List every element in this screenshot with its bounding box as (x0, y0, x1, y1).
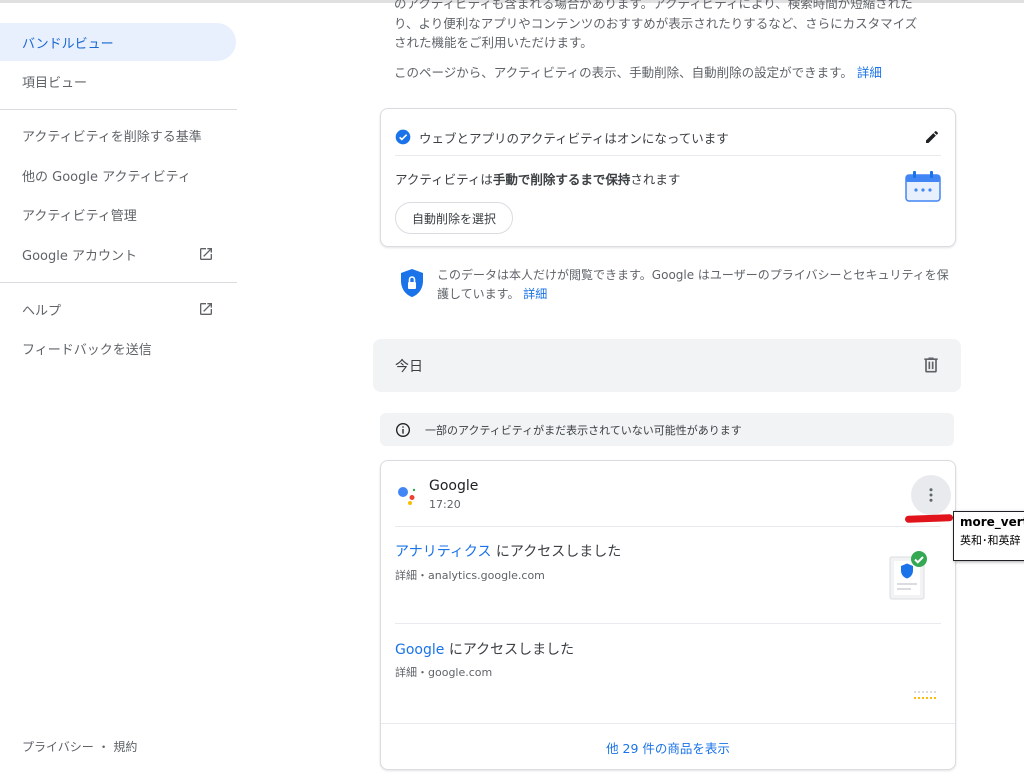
sidebar-item-label: アクティビティを削除する基準 (22, 129, 202, 145)
sidebar-item-label: Google アカウント (22, 248, 137, 264)
show-more-items-button[interactable]: 他 29 件の商品を表示 (381, 723, 955, 770)
more-vert-icon (929, 488, 933, 502)
activity-item-details[interactable]: 詳細・analytics.google.com (395, 567, 545, 583)
activity-item-details[interactable]: 詳細・google.com (395, 664, 492, 680)
sidebar-item-label: バンドルビュー (22, 36, 114, 52)
sidebar-item-label: フィードバックを送信 (22, 342, 152, 358)
calendar-icon (905, 171, 941, 202)
sidebar-item-help[interactable]: ヘルプ (0, 290, 236, 328)
dictionary-tooltip: more_vert 英和･和英辞 (953, 511, 1024, 561)
retention-text: アクティビティは手動で削除するまで保持されます (395, 169, 680, 188)
intro-line: り、より便利なアプリやコンテンツのおすすめが表示されたりするなど、さらにカスタマ… (394, 15, 918, 31)
intro-text: のアクティビティも含まれる場合があります。アクティビティにより、検索時間が短縮さ… (394, 0, 954, 53)
tooltip-subtitle: 英和･和英辞 (960, 534, 1021, 547)
privacy-text: このデータは本人だけが閲覧できます。Google はユーザーのプライバシーとセキ… (437, 266, 957, 304)
google-link[interactable]: Google (395, 642, 444, 658)
intro-settings-line: このページから、アクティビティの表示、手動削除、自動削除の設定ができます。 詳細 (394, 62, 882, 81)
activity-item-title: Google にアクセスしました (395, 639, 574, 659)
info-icon (396, 422, 410, 437)
activity-settings-card: ウェブとアプリのアクティビティはオンになっています アクティビティは手動で削除す… (380, 108, 956, 247)
item-divider (395, 526, 941, 527)
retention-bold: 手動で削除するまで保持 (492, 172, 631, 187)
open-in-new-icon (200, 303, 212, 315)
open-in-new-icon (200, 248, 212, 260)
shield-lock-icon (401, 269, 423, 297)
activity-status-text: ウェブとアプリのアクティビティはオンになっています (419, 130, 729, 146)
check-circle-icon (395, 129, 411, 145)
activity-item-text: にアクセスしました (491, 544, 622, 560)
sidebar-item-google-account[interactable]: Google アカウント (0, 235, 236, 273)
more-options-button[interactable] (911, 475, 951, 515)
google-assistant-icon (398, 487, 416, 505)
bundle-title: Google (429, 478, 479, 494)
sidebar-item-label: ヘルプ (22, 303, 62, 319)
activity-bundle-card: Google 17:20 アナリティクス にアクセスしました 詳細・analyt… (380, 460, 956, 770)
notice-text: 一部のアクティビティがまだ表示されていない可能性があります (425, 423, 742, 437)
tooltip-title: more_vert (960, 515, 1024, 529)
trash-icon[interactable] (921, 355, 941, 375)
choose-auto-delete-button[interactable]: 自動削除を選択 (395, 202, 514, 234)
sidebar-item-label: アクティビティ管理 (22, 208, 137, 224)
sidebar-item-item-view[interactable]: 項目ビュー (0, 62, 236, 100)
sidebar-item-activity-controls[interactable]: アクティビティ管理 (0, 195, 236, 233)
activity-item-title: アナリティクス にアクセスしました (395, 541, 621, 561)
sidebar-item-other-google-activity[interactable]: 他の Google アクティビティ (0, 156, 236, 194)
sidebar-divider (0, 282, 237, 283)
google-page-thumbnail (914, 691, 936, 699)
intro-line: このページから、アクティビティの表示、手動削除、自動削除の設定ができます。 (394, 65, 853, 80)
privacy-learn-more-link[interactable]: 詳細 (523, 287, 547, 301)
footer-links[interactable]: プライバシー ・ 規約 (22, 738, 137, 755)
privacy-note: このデータは本人だけが閲覧できます。Google はユーザーのプライバシーとセキ… (396, 262, 956, 302)
edit-pencil-icon[interactable] (924, 129, 940, 145)
analytics-page-thumbnail (889, 551, 927, 600)
sidebar-divider (0, 109, 237, 110)
privacy-message: このデータは本人だけが閲覧できます。Google はユーザーのプライバシーとセキ… (437, 268, 949, 301)
sidebar-item-bundle-view[interactable]: バンドルビュー (0, 23, 236, 61)
web-app-activity-status-row[interactable]: ウェブとアプリのアクティビティはオンになっています (395, 122, 940, 152)
card-divider (395, 155, 941, 156)
intro-line: された機能をご利用いただけます。 (394, 35, 593, 50)
sidebar-item-delete-criteria[interactable]: アクティビティを削除する基準 (0, 116, 236, 154)
item-divider (395, 623, 941, 624)
date-label: 今日 (395, 359, 423, 375)
date-header-today: 今日 (373, 339, 961, 392)
main-content: のアクティビティも含まれる場合があります。アクティビティにより、検索時間が短縮さ… (373, 0, 961, 775)
analytics-link[interactable]: アナリティクス (395, 544, 491, 560)
learn-more-link[interactable]: 詳細 (857, 65, 882, 80)
sidebar-item-send-feedback[interactable]: フィードバックを送信 (0, 329, 236, 367)
bundle-time: 17:20 (429, 498, 461, 511)
activity-item-text: にアクセスしました (444, 642, 575, 658)
retention-prefix: アクティビティは (395, 172, 493, 187)
sidebar-item-label: 他の Google アクティビティ (22, 169, 191, 185)
sidebar-item-label: 項目ビュー (22, 75, 88, 91)
pending-activity-notice: 一部のアクティビティがまだ表示されていない可能性があります (380, 413, 954, 446)
intro-line: のアクティビティも含まれる場合があります。アクティビティにより、検索時間が短縮さ… (394, 0, 913, 11)
retention-suffix: されます (630, 172, 681, 187)
sidebar: バンドルビュー 項目ビュー アクティビティを削除する基準 他の Google ア… (0, 0, 238, 775)
